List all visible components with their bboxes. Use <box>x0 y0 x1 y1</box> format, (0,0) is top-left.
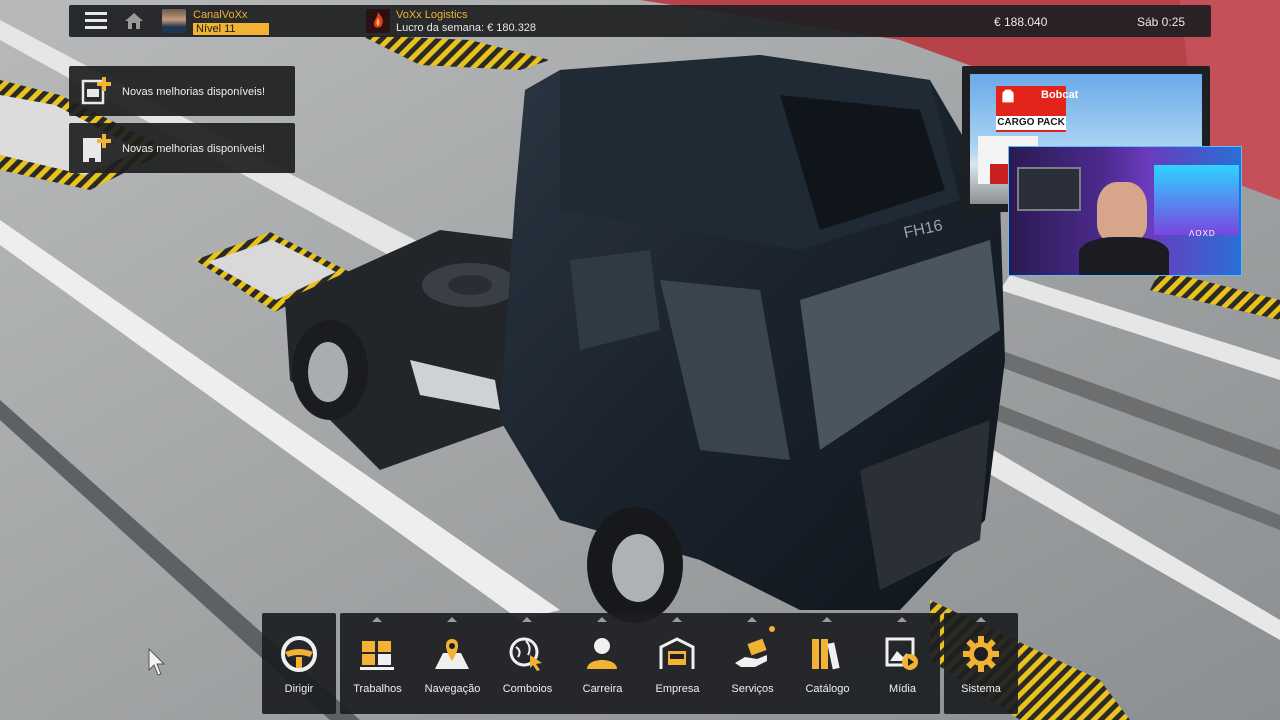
webcam-shirt <box>1079 237 1169 275</box>
dock-label: Serviços <box>731 683 774 695</box>
dock-label: Comboios <box>502 683 553 695</box>
notification-upgrades[interactable]: Novas melhorias disponíveis! <box>69 123 295 173</box>
gear-icon <box>963 636 999 672</box>
company-weekly-profit: Lucro da semana: € 180.328 <box>396 22 537 34</box>
dock-label: Empresa <box>655 683 700 695</box>
expand-caret-icon <box>372 617 382 622</box>
expand-caret-icon <box>976 617 986 622</box>
notification-text: Novas melhorias disponíveis! <box>122 143 266 155</box>
cargo-boxes-icon <box>360 641 394 670</box>
avatar[interactable] <box>162 9 186 33</box>
promo-brand: Bobcat <box>1041 89 1079 101</box>
top-bar: CanalVoXx Nível 11 VoXx Logistics Lucro … <box>69 5 1211 37</box>
expand-caret-icon <box>747 617 757 622</box>
dock-system-button[interactable]: Sistema <box>944 613 1018 714</box>
game-clock: Sáb 0:25 <box>1137 15 1186 29</box>
money-balance: € 188.040 <box>994 15 1048 29</box>
promo-pack: CARGO PACK <box>996 116 1066 130</box>
company-name[interactable]: VoXx Logistics <box>396 9 468 21</box>
dock-label: Carreira <box>582 683 623 695</box>
notification-text: Novas melhorias disponíveis! <box>122 86 266 98</box>
expand-caret-icon <box>897 617 907 622</box>
company-logo-icon[interactable] <box>366 9 390 33</box>
profile-name[interactable]: CanalVoXx <box>193 9 247 21</box>
dock-item-navegacao[interactable]: Navegação <box>415 613 490 714</box>
dock-label: Navegação <box>424 683 481 695</box>
expand-caret-icon <box>522 617 532 622</box>
webcam-label: ΛOXD <box>1189 229 1216 238</box>
media-icon <box>885 637 918 670</box>
dock-item-empresa[interactable]: Empresa <box>640 613 715 714</box>
expand-caret-icon <box>822 617 832 622</box>
menu-icon[interactable] <box>85 12 107 30</box>
mouse-cursor-icon <box>148 648 166 676</box>
system-item[interactable]: Sistema <box>944 613 1018 714</box>
expand-caret-icon <box>672 617 682 622</box>
services-hand-icon <box>735 638 767 667</box>
webcam-feed: ΛOXD <box>1008 146 1242 276</box>
trailer-upgrade-icon <box>83 134 111 162</box>
dock-label: Mídia <box>889 683 916 695</box>
garage-truck-icon <box>659 637 695 669</box>
dock-drive-button[interactable]: Dirigir <box>262 613 336 714</box>
dock-item-servicos[interactable]: Serviços <box>715 613 790 714</box>
dock-item-carreira[interactable]: Carreira <box>565 613 640 714</box>
dock-label: Sistema <box>961 683 1001 695</box>
bobcat-logo: Bobcat CARGO PACK <box>996 86 1078 132</box>
dock-item-catalogo[interactable]: Catálogo <box>790 613 865 714</box>
bobcat-head-icon <box>1002 89 1014 103</box>
drive-item[interactable]: Dirigir <box>262 613 336 714</box>
new-indicator-dot <box>769 626 775 632</box>
steering-wheel-icon <box>281 636 317 672</box>
expand-caret-icon <box>597 617 607 622</box>
notification-upgrades[interactable]: Novas melhorias disponíveis! <box>69 66 295 116</box>
webcam-monitor <box>1017 167 1081 211</box>
dock-label: Trabalhos <box>353 683 402 695</box>
globe-cursor-icon <box>509 637 542 671</box>
dock-menu: Trabalhos Navegação Comboios Carreira Em… <box>340 613 940 714</box>
books-icon <box>812 639 840 670</box>
dock-item-midia[interactable]: Mídia <box>865 613 940 714</box>
webcam-face <box>1097 182 1147 242</box>
map-pin-icon <box>435 639 469 669</box>
home-icon[interactable] <box>124 12 144 30</box>
dock-label: Catálogo <box>805 683 850 695</box>
profile-level: Nível 11 <box>196 23 236 35</box>
dock-item-comboios[interactable]: Comboios <box>490 613 565 714</box>
expand-caret-icon <box>447 617 457 622</box>
dock-item-trabalhos[interactable]: Trabalhos <box>340 613 415 714</box>
webcam-screen <box>1154 165 1239 235</box>
person-icon <box>587 638 617 669</box>
dock-label: Dirigir <box>284 683 314 695</box>
truck-upgrade-icon <box>81 77 111 105</box>
